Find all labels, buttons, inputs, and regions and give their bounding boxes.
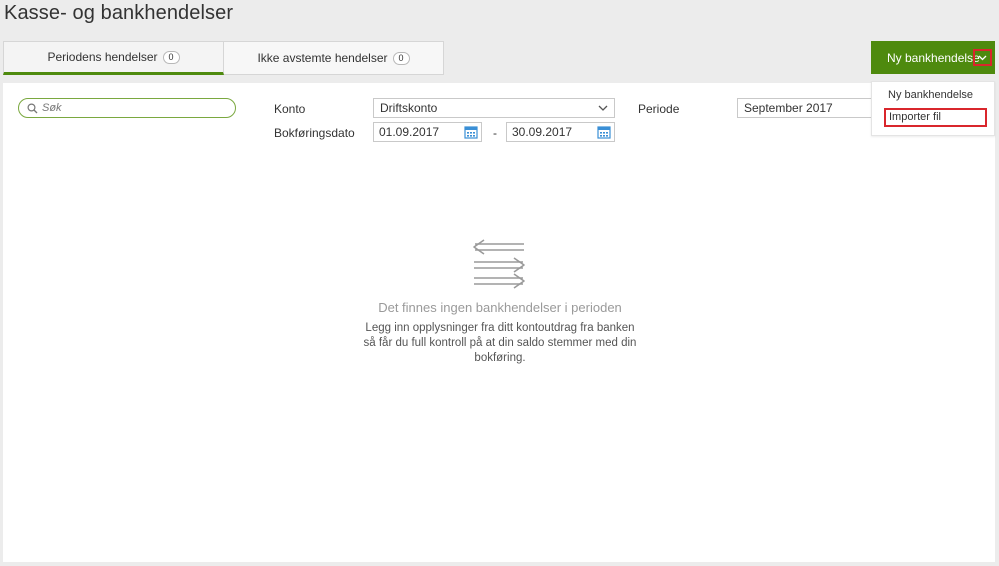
count-badge: 0 xyxy=(162,50,180,64)
konto-select[interactable]: Driftskonto xyxy=(373,98,615,118)
new-bank-event-label: Ny bankhendelse xyxy=(887,50,980,65)
calendar-icon[interactable] xyxy=(464,125,478,139)
menu-item-ny-bankhendelse[interactable]: Ny bankhendelse xyxy=(888,89,973,101)
new-bank-event-dropdown: Ny bankhendelse Importer fil xyxy=(871,81,995,136)
tab-label: Ikke avstemte hendelser xyxy=(257,51,388,65)
search-box xyxy=(18,98,236,118)
calendar-icon[interactable] xyxy=(597,125,611,139)
date-from-input[interactable]: 01.09.2017 xyxy=(373,122,482,142)
search-input[interactable] xyxy=(42,102,222,114)
page-title: Kasse- og bankhendelser xyxy=(4,2,234,24)
menu-item-importer-fil[interactable]: Importer fil xyxy=(884,108,987,127)
tab-label: Periodens hendelser xyxy=(47,50,158,64)
tab-bar: Periodens hendelser 0 Ikke avstemte hend… xyxy=(3,41,444,75)
new-bank-event-button[interactable]: Ny bankhendelse xyxy=(871,41,995,74)
bokforingsdato-label: Bokføringsdato xyxy=(274,126,355,140)
konto-value: Driftskonto xyxy=(380,101,438,115)
konto-label: Konto xyxy=(274,102,306,116)
transfer-arrows-icon xyxy=(473,239,525,289)
periode-label: Periode xyxy=(638,102,680,116)
empty-state-title: Det finnes ingen bankhendelser i periode… xyxy=(378,300,622,315)
count-badge: 0 xyxy=(392,51,410,65)
tab-periodens-hendelser[interactable]: Periodens hendelser 0 xyxy=(3,41,224,75)
date-to-value: 30.09.2017 xyxy=(512,125,573,139)
dropdown-toggle[interactable] xyxy=(973,49,992,66)
date-from-value: 01.09.2017 xyxy=(379,125,440,139)
empty-state-description: Legg inn opplysninger fra ditt kontoutdr… xyxy=(363,322,637,364)
date-to-input[interactable]: 30.09.2017 xyxy=(506,122,615,142)
chevron-down-icon xyxy=(598,105,608,111)
date-separator: - xyxy=(493,126,497,140)
periode-select[interactable]: September 2017 xyxy=(737,98,871,118)
search-icon xyxy=(27,102,38,113)
tab-ikke-avstemte-hendelser[interactable]: Ikke avstemte hendelser 0 xyxy=(224,41,444,75)
chevron-down-icon xyxy=(978,55,987,60)
periode-value: September 2017 xyxy=(744,101,833,115)
